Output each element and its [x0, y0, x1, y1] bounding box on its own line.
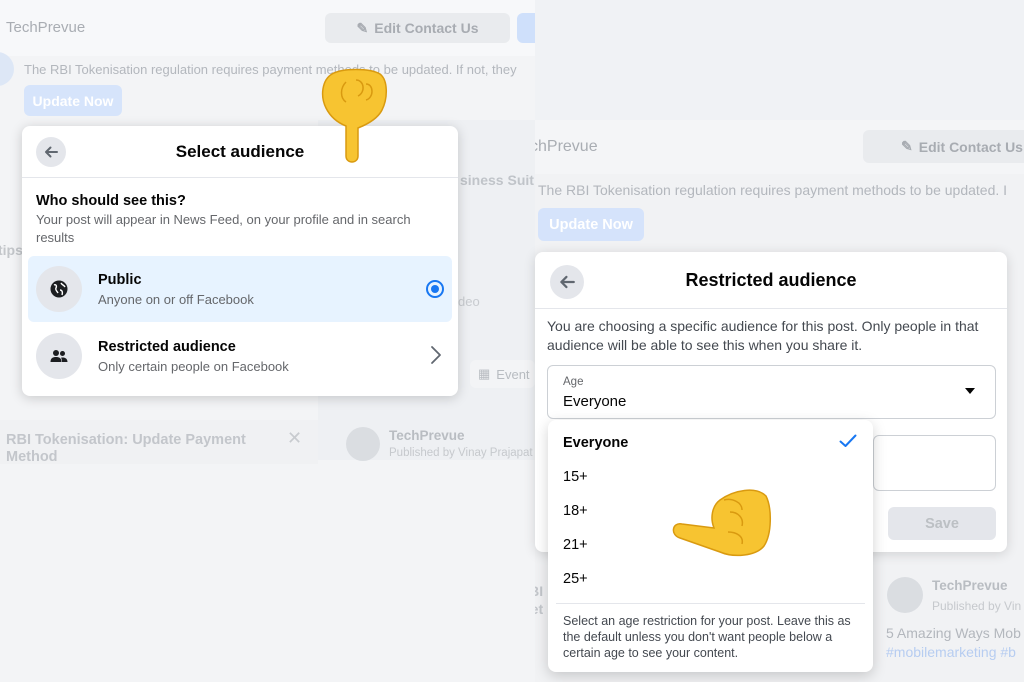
close-icon[interactable]: ✕ — [287, 428, 302, 449]
tips-heading: tips — [0, 242, 23, 258]
option-label: Restricted audience — [98, 339, 236, 355]
pencil-icon: ✎ — [901, 138, 913, 154]
age-option-21[interactable]: 21+ — [563, 537, 588, 553]
event-label: Event — [496, 366, 530, 382]
age-help-text: Select an age restriction for your post.… — [563, 614, 851, 660]
pointing-hand-left-icon — [672, 489, 771, 557]
save-button[interactable]: Save — [888, 507, 996, 540]
people-icon — [36, 333, 82, 379]
radio-button[interactable] — [426, 280, 444, 298]
divider — [22, 177, 458, 178]
edit-contact-button[interactable]: ✎ Edit Contact Us — [863, 130, 1024, 163]
pencil-icon: ✎ — [356, 19, 369, 36]
post-hashtags[interactable]: #mobilemarketing #b — [886, 644, 1016, 660]
brand-name: chPrevue — [535, 138, 598, 155]
post-published-by: Published by Vinay Prajapat — [389, 447, 533, 459]
avatar — [887, 577, 923, 613]
event-button[interactable]: ▦ Event — [470, 360, 535, 388]
option-sublabel: Only certain people on Facebook — [98, 359, 289, 374]
edit-contact-label: Edit Contact Us — [918, 138, 1023, 155]
chevron-right-icon — [431, 346, 441, 364]
calendar-icon: ▦ — [478, 366, 491, 381]
divider — [556, 603, 865, 604]
rbi-notice-text: The RBI Tokenisation regulation requires… — [538, 182, 1008, 198]
age-caption: Age — [563, 376, 584, 388]
divider — [535, 308, 1007, 309]
business-suite-text: siness Suit — [460, 172, 534, 188]
update-now-button[interactable]: Update Now — [538, 208, 644, 241]
rbi-fragment-2: Met — [535, 601, 544, 617]
update-now-button[interactable]: Update Now — [24, 85, 122, 116]
audience-description: Your post will appear in News Feed, on y… — [36, 212, 411, 245]
age-option-25[interactable]: 25+ — [563, 571, 588, 587]
edit-contact-button[interactable]: ✎ Edit Contact Us — [325, 13, 510, 43]
option-label: Public — [98, 272, 142, 288]
rbi-card-title-fragment: RBI Met — [535, 582, 543, 618]
restricted-description: You are choosing a specific audience for… — [547, 318, 979, 353]
secondary-select[interactable] — [873, 435, 996, 491]
age-select[interactable]: Age Everyone — [547, 365, 996, 419]
brand-name: TechPrevue — [6, 19, 86, 36]
post-text: 5 Amazing Ways Mob — [886, 625, 1021, 641]
post-author: TechPrevue — [932, 578, 1008, 593]
select-audience-dialog: Select audience Who should see this? You… — [22, 126, 458, 396]
dialog-title: Select audience — [175, 142, 305, 161]
pointing-hand-down-icon — [321, 68, 387, 163]
age-option-everyone[interactable]: Everyone — [563, 435, 628, 451]
checkmark-icon — [839, 434, 857, 447]
option-public[interactable]: Public Anyone on or off Facebook — [28, 256, 452, 322]
option-sublabel: Anyone on or off Facebook — [98, 292, 254, 307]
rbi-fragment-1: RBI — [535, 583, 544, 599]
dialog-title: Restricted audience — [685, 270, 857, 290]
rbi-notice-text: The RBI Tokenisation regulation requires… — [24, 62, 517, 77]
globe-icon — [36, 266, 82, 312]
post-author: TechPrevue — [389, 428, 465, 443]
notice-icon — [0, 52, 14, 86]
post-published-by: Published by Vin — [932, 599, 1022, 613]
video-text: deo — [458, 294, 480, 309]
rbi-card-title: RBI Tokenisation: Update Payment Method — [6, 432, 246, 465]
age-value: Everyone — [563, 393, 627, 410]
option-restricted-audience[interactable]: Restricted audience Only certain people … — [28, 323, 452, 389]
primary-action-button[interactable] — [517, 13, 535, 43]
audience-question: Who should see this? — [36, 193, 186, 209]
age-option-18[interactable]: 18+ — [563, 503, 588, 519]
age-option-15[interactable]: 15+ — [563, 469, 588, 485]
avatar — [346, 427, 380, 461]
caret-down-icon — [965, 388, 975, 394]
edit-contact-label: Edit Contact Us — [374, 20, 479, 36]
